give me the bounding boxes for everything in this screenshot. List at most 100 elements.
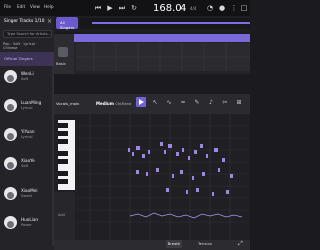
- black-key[interactable]: [58, 131, 68, 136]
- note[interactable]: [222, 158, 225, 162]
- breath-tab[interactable]: Breath: [166, 240, 182, 248]
- black-key[interactable]: [58, 159, 68, 164]
- more-icon[interactable]: ⋮: [230, 4, 238, 12]
- singer-name: HuoLian: [21, 217, 39, 222]
- app-window: File Edit View Help ⏮ ▶ ⏭ ↻ 168.0 4 4/4 …: [0, 0, 250, 250]
- note-icon[interactable]: ♪: [206, 98, 216, 107]
- menu-view[interactable]: View: [30, 4, 40, 9]
- black-key[interactable]: [58, 179, 68, 184]
- grid-icon[interactable]: ⊞: [234, 98, 244, 107]
- editor-track-name: Vocals_main: [56, 101, 80, 106]
- note[interactable]: [166, 188, 169, 192]
- note[interactable]: [230, 174, 233, 178]
- menu-edit[interactable]: Edit: [17, 4, 25, 9]
- singer-item[interactable]: LuanMing Lyrical: [0, 95, 54, 122]
- note[interactable]: [148, 150, 150, 154]
- editor-bottom-bar: [54, 240, 250, 250]
- avatar: [4, 157, 17, 170]
- beats-display[interactable]: 4: [180, 3, 186, 14]
- time-signature[interactable]: 4/4: [190, 6, 196, 11]
- black-key[interactable]: [58, 151, 68, 156]
- singer-item[interactable]: XiaoYe Soft: [0, 153, 54, 180]
- note[interactable]: [206, 154, 208, 158]
- singer-style: Lyrical: [21, 106, 33, 110]
- note[interactable]: [182, 148, 184, 152]
- expand-icon[interactable]: ⤢: [238, 240, 246, 248]
- pitch-curve[interactable]: [129, 212, 243, 219]
- select-icon[interactable]: ↖: [150, 98, 160, 107]
- tab-label: Official Singers: [4, 56, 33, 61]
- pen-icon[interactable]: ✎: [192, 98, 202, 107]
- note[interactable]: [218, 168, 220, 172]
- metronome-icon[interactable]: ◔: [206, 4, 214, 12]
- rewind-icon[interactable]: ⏮: [94, 4, 102, 12]
- note[interactable]: [128, 148, 130, 152]
- note[interactable]: [146, 172, 148, 176]
- note[interactable]: [202, 172, 205, 176]
- singer-panel-title: Singer Tracks 1/10: [4, 19, 45, 24]
- menu-file[interactable]: File: [4, 4, 11, 9]
- singer-name: LuanMing: [21, 100, 42, 105]
- note[interactable]: [196, 188, 199, 192]
- voice-suffix: Ctrl/Bend: [115, 102, 132, 106]
- note[interactable]: [226, 190, 229, 194]
- avatar: [4, 128, 17, 141]
- singer-item[interactable]: WenLi Soft: [0, 66, 54, 93]
- menu-bar: File Edit View Help ⏮ ▶ ⏭ ↻ 168.0 4 4/4 …: [0, 0, 250, 16]
- note-grid[interactable]: [76, 114, 250, 240]
- play-icon[interactable]: ▶: [106, 4, 114, 12]
- all-singers-label: All Singers: [60, 20, 75, 30]
- singer-name: WenLi: [21, 71, 34, 76]
- vibrato-icon[interactable]: ≈: [178, 98, 188, 107]
- menu-help[interactable]: Help: [44, 4, 54, 9]
- tab-official-singers[interactable]: Official Singers: [0, 52, 54, 66]
- pitch-curve-icon[interactable]: ∿: [164, 98, 174, 107]
- note[interactable]: [200, 144, 203, 148]
- black-key[interactable]: [58, 139, 68, 144]
- note[interactable]: [142, 154, 145, 158]
- forward-icon[interactable]: ⏭: [118, 4, 126, 12]
- singer-item[interactable]: YiYuan Lyrical: [0, 124, 54, 151]
- singer-item[interactable]: XiaoMei Sweet: [0, 183, 54, 210]
- note[interactable]: [164, 150, 166, 154]
- note[interactable]: [214, 148, 218, 152]
- note[interactable]: [156, 168, 159, 172]
- note[interactable]: [192, 176, 194, 180]
- search-input[interactable]: Type Search for Artists...: [3, 30, 52, 38]
- note[interactable]: [188, 156, 190, 160]
- singer-style: Sweet: [21, 194, 33, 198]
- note[interactable]: [136, 146, 140, 150]
- tempo-display[interactable]: 168.0: [153, 3, 182, 14]
- note[interactable]: [186, 190, 188, 194]
- singer-name: XiaoYe: [21, 158, 35, 163]
- close-icon[interactable]: ×: [47, 18, 52, 25]
- avatar: [4, 70, 17, 83]
- scissors-icon[interactable]: ✂: [220, 98, 230, 107]
- window-icon[interactable]: □: [240, 4, 248, 12]
- note[interactable]: [132, 152, 134, 156]
- avatar: [4, 216, 17, 229]
- note[interactable]: [172, 174, 174, 178]
- play-button[interactable]: [136, 97, 146, 107]
- loop-region[interactable]: [92, 22, 250, 24]
- singer-item[interactable]: HuoLian Power: [0, 212, 54, 239]
- note[interactable]: [168, 144, 172, 148]
- all-singers-button[interactable]: All Singers: [56, 17, 78, 30]
- note[interactable]: [194, 150, 197, 154]
- record-icon[interactable]: ●: [218, 4, 226, 12]
- black-key[interactable]: [58, 123, 68, 128]
- note[interactable]: [212, 192, 214, 196]
- singer-style: Lyrical: [21, 135, 33, 139]
- piano-keys[interactable]: [58, 120, 75, 190]
- loop-icon[interactable]: ↻: [130, 4, 138, 12]
- note[interactable]: [136, 170, 139, 174]
- note[interactable]: [160, 142, 163, 146]
- avatar: [4, 99, 17, 112]
- voice-mode[interactable]: Medium Ctrl/Bend: [96, 101, 131, 106]
- note[interactable]: [180, 170, 183, 174]
- note[interactable]: [176, 152, 179, 156]
- singer-style: Soft: [21, 77, 29, 81]
- tension-dropdown[interactable]: Tension: [198, 241, 212, 246]
- filter-tags[interactable]: Pop · Soft · Lyrical · Chinese: [3, 42, 52, 50]
- black-key[interactable]: [58, 171, 68, 176]
